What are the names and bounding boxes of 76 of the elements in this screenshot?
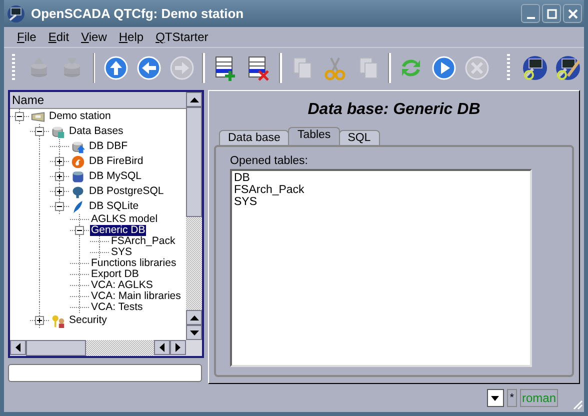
keys-icon bbox=[51, 314, 65, 328]
tree-item[interactable]: DB DBF bbox=[88, 141, 129, 152]
stop-icon bbox=[462, 54, 491, 82]
database-icon bbox=[71, 170, 85, 184]
toolbar-handle[interactable] bbox=[12, 54, 15, 82]
dropdown-button[interactable] bbox=[486, 389, 504, 407]
tree-item[interactable]: Data Bases bbox=[68, 126, 124, 137]
menu-item[interactable]: File bbox=[12, 30, 44, 44]
list-box[interactable]: DB FSArch_Pack SYS bbox=[230, 169, 532, 367]
window-title: OpenSCADA QTCfg: Demo station bbox=[31, 6, 245, 21]
plus-icon bbox=[55, 187, 64, 196]
field-label: Opened tables: bbox=[230, 155, 310, 167]
close-icon bbox=[568, 8, 578, 18]
column-header[interactable]: Name bbox=[10, 92, 186, 109]
tree-item[interactable]: Export DB bbox=[90, 269, 140, 280]
tree-item[interactable]: AGLKS model bbox=[90, 214, 159, 225]
tree-item[interactable]: DB MySQL bbox=[88, 171, 143, 182]
list-item[interactable]: SYS bbox=[234, 196, 528, 208]
maximize-icon bbox=[546, 8, 556, 18]
station-icon bbox=[31, 110, 45, 124]
tree-item[interactable]: SYS bbox=[110, 247, 134, 258]
expander-toggle[interactable] bbox=[15, 112, 24, 121]
input-field[interactable] bbox=[8, 364, 202, 382]
plus-icon bbox=[55, 172, 64, 181]
menu-item[interactable]: QTStarter bbox=[150, 30, 216, 44]
up-arrow-icon bbox=[190, 96, 198, 102]
database-stack-icon bbox=[51, 124, 65, 138]
right-arrow-icon bbox=[175, 343, 181, 352]
tree-item[interactable]: VCA: AGLKS bbox=[90, 280, 154, 291]
page-title: Data base: Generic DB bbox=[306, 100, 482, 120]
database-upload-icon bbox=[71, 140, 85, 154]
caret-icon bbox=[491, 396, 500, 400]
tab[interactable]: SQL bbox=[338, 130, 380, 145]
list-item[interactable]: FSArch_Pack bbox=[234, 184, 528, 196]
resize-grip-icon[interactable] bbox=[571, 398, 583, 410]
tree-item[interactable]: DB FireBird bbox=[88, 156, 144, 167]
tree-item[interactable]: DB SQLite bbox=[88, 201, 140, 212]
expander-toggle[interactable] bbox=[35, 316, 44, 325]
expander-toggle[interactable] bbox=[55, 157, 64, 166]
list-item[interactable]: DB bbox=[234, 172, 528, 184]
expander-toggle[interactable] bbox=[55, 202, 64, 211]
play-icon bbox=[430, 54, 458, 82]
tree-item[interactable]: FSArch_Pack bbox=[110, 236, 176, 247]
tree-item[interactable]: Security bbox=[68, 315, 108, 326]
expander-toggle[interactable] bbox=[55, 172, 64, 181]
toolbar-handle[interactable] bbox=[507, 54, 510, 82]
left-arrow-icon bbox=[159, 343, 165, 352]
modified-indicator: * bbox=[506, 389, 517, 407]
tree-item[interactable]: VCA: Tests bbox=[90, 302, 144, 313]
plus-icon bbox=[35, 316, 44, 325]
tree-item[interactable]: Functions libraries bbox=[90, 258, 178, 269]
monitor-wrench-icon bbox=[7, 4, 25, 22]
tab[interactable]: Data base bbox=[219, 130, 290, 145]
minimize-icon bbox=[526, 16, 534, 18]
flame-ball-icon bbox=[71, 154, 85, 168]
menu-item[interactable]: View bbox=[76, 30, 114, 44]
down-arrow-icon bbox=[190, 330, 198, 336]
tree-item[interactable]: DB PostgreSQL bbox=[88, 186, 165, 197]
left-arrow-icon bbox=[15, 343, 21, 352]
tree-item[interactable]: Generic DB bbox=[90, 225, 146, 236]
tree-item[interactable]: VCA: Main libraries bbox=[90, 291, 182, 302]
menu-item[interactable]: Help bbox=[114, 30, 151, 44]
menu-item[interactable]: Edit bbox=[43, 30, 76, 44]
tree-item[interactable]: Demo station bbox=[48, 111, 112, 122]
horizontal-scrollbar[interactable] bbox=[10, 340, 202, 356]
plus-icon bbox=[55, 157, 64, 166]
maximize-button[interactable] bbox=[542, 4, 561, 23]
expander-toggle[interactable] bbox=[75, 226, 84, 235]
up-arrow-icon bbox=[190, 314, 198, 320]
close-button[interactable] bbox=[563, 4, 582, 23]
feather-icon bbox=[71, 200, 85, 214]
vertical-scrollbar[interactable] bbox=[186, 92, 202, 340]
expander-toggle[interactable] bbox=[55, 187, 64, 196]
expander-toggle[interactable] bbox=[35, 127, 44, 136]
minimize-button[interactable] bbox=[521, 4, 540, 23]
wrench-monitor-icon bbox=[520, 54, 549, 82]
